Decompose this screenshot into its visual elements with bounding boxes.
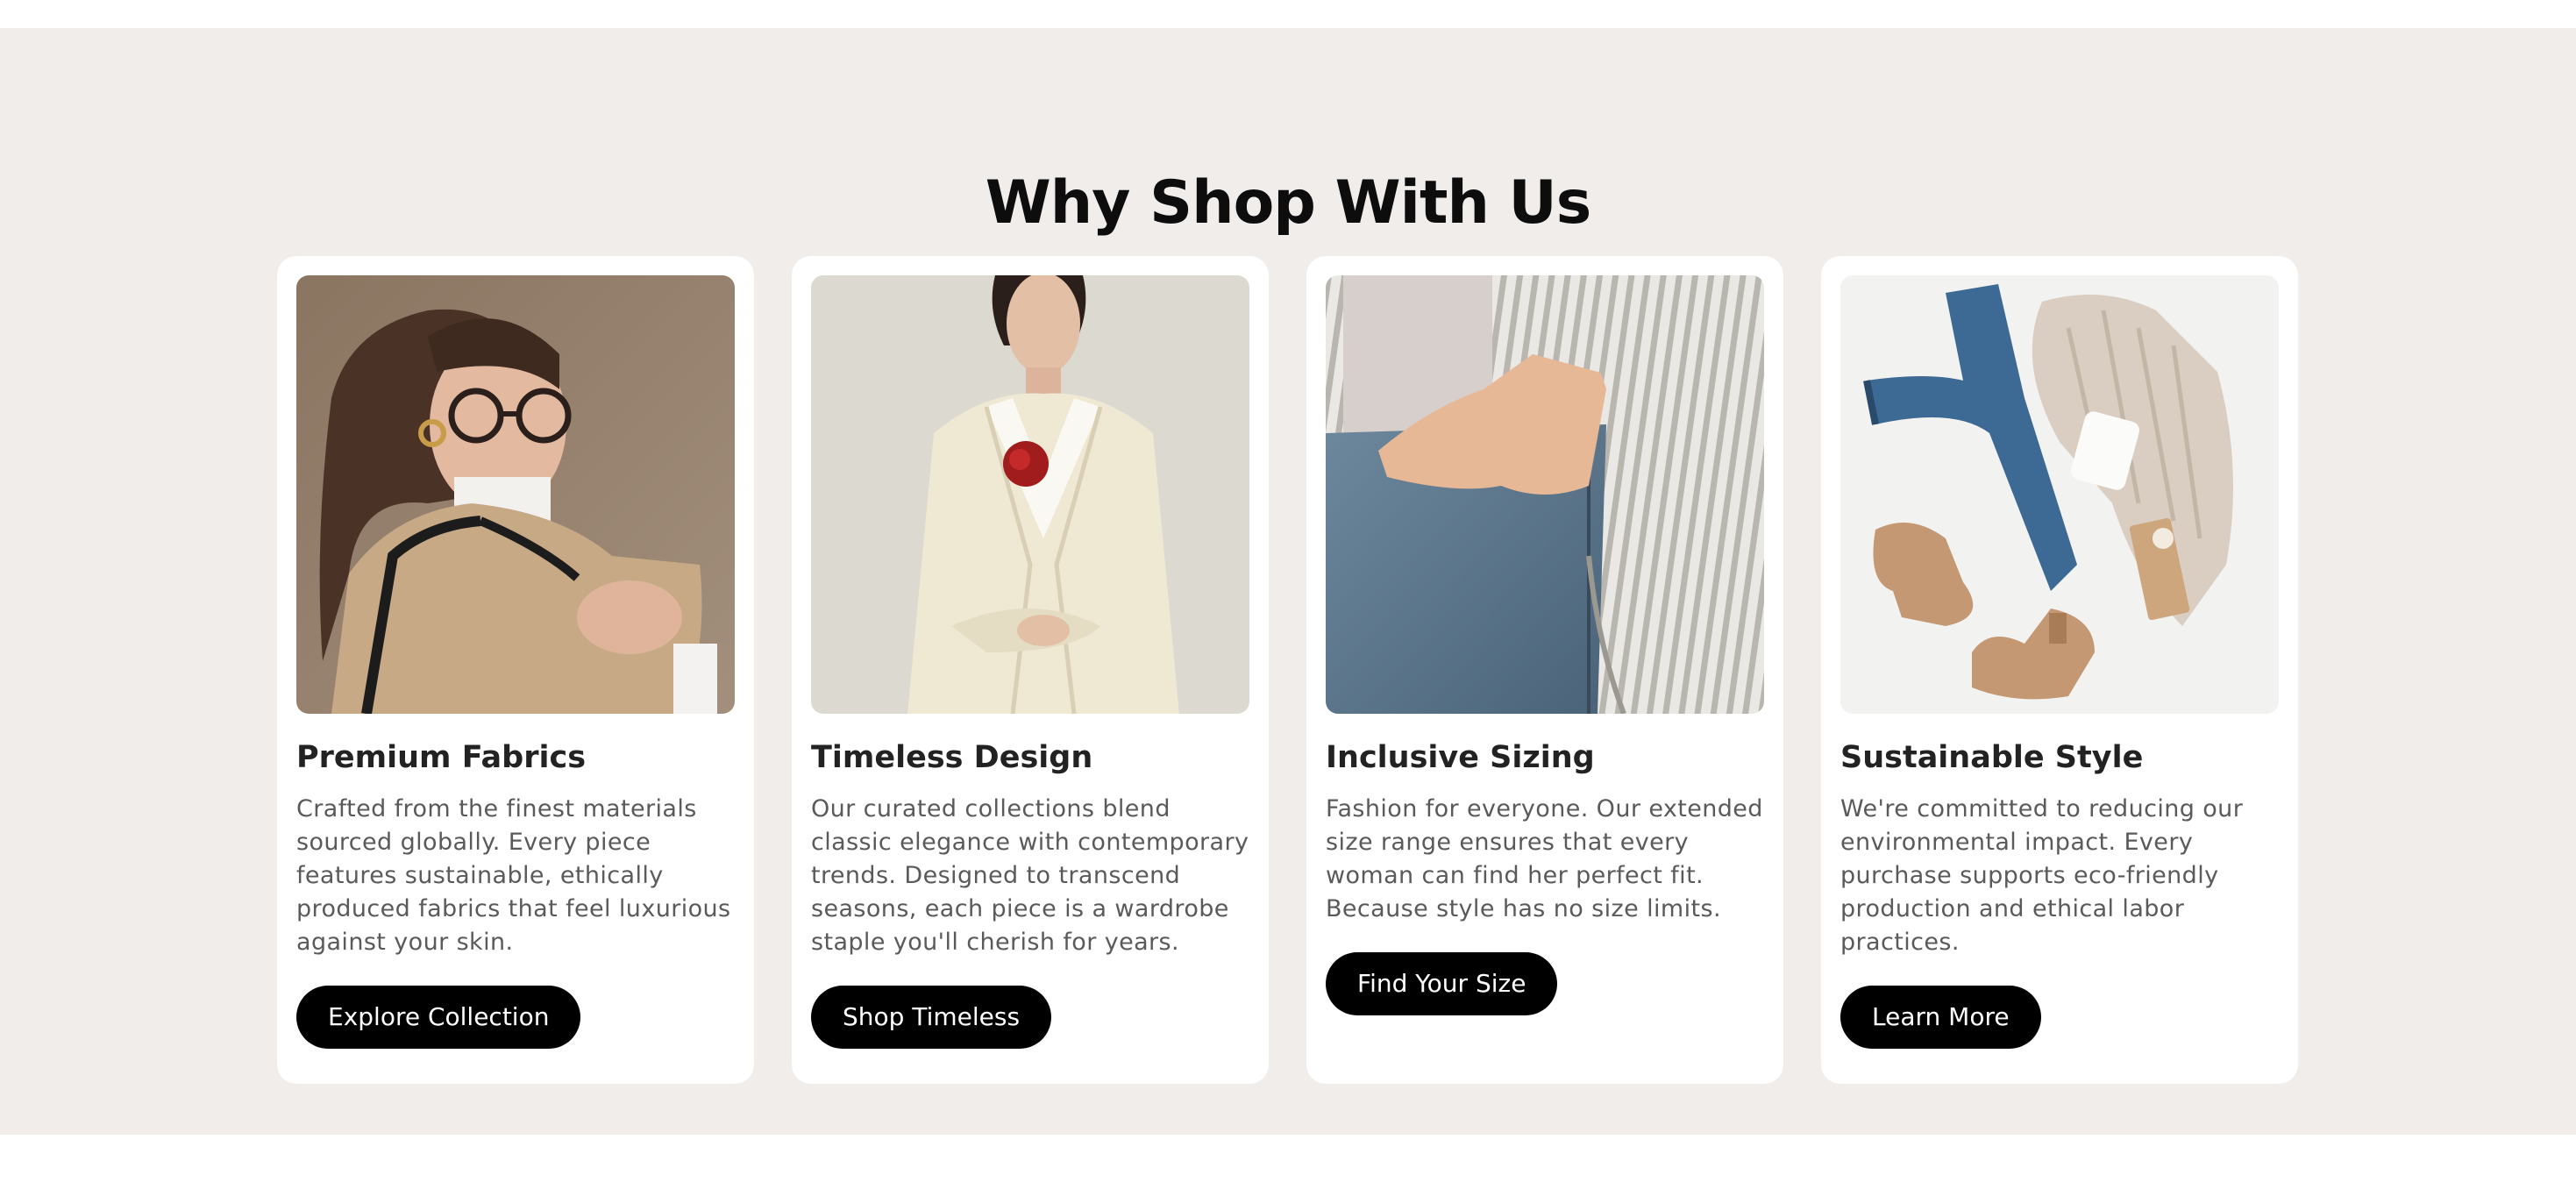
feature-card-inclusive-sizing: Inclusive Sizing Fashion for everyone. O…: [1306, 256, 1783, 1084]
card-description: Crafted from the finest materials source…: [296, 795, 731, 956]
card-title: Timeless Design: [811, 740, 1093, 775]
card-title: Premium Fabrics: [296, 740, 587, 775]
card-description: We're committed to reducing our environm…: [1840, 795, 2244, 956]
find-your-size-button[interactable]: Find Your Size: [1326, 952, 1558, 1015]
feature-card-sustainable-style: Sustainable Style We're committed to red…: [1821, 256, 2298, 1084]
card-image-timeless-design: [811, 275, 1249, 714]
shop-timeless-button[interactable]: Shop Timeless: [811, 986, 1052, 1049]
why-shop-section: Why Shop With Us Premium Fabrics Crafted…: [0, 28, 2576, 1135]
card-description: Our curated collections blend classic el…: [811, 795, 1249, 956]
card-title: Inclusive Sizing: [1326, 740, 1595, 775]
feature-card-timeless-design: Timeless Design Our curated collections …: [792, 256, 1269, 1084]
learn-more-button[interactable]: Learn More: [1840, 986, 2041, 1049]
card-title: Sustainable Style: [1840, 740, 2144, 775]
card-image-sustainable-style: [1840, 275, 2279, 714]
card-description: Fashion for everyone. Our extended size …: [1326, 795, 1763, 922]
section-title: Why Shop With Us: [985, 168, 1591, 238]
explore-collection-button[interactable]: Explore Collection: [296, 986, 581, 1049]
card-image-inclusive-sizing: [1326, 275, 1764, 714]
feature-card-premium-fabrics: Premium Fabrics Crafted from the finest …: [277, 256, 754, 1084]
card-image-premium-fabrics: [296, 275, 735, 714]
